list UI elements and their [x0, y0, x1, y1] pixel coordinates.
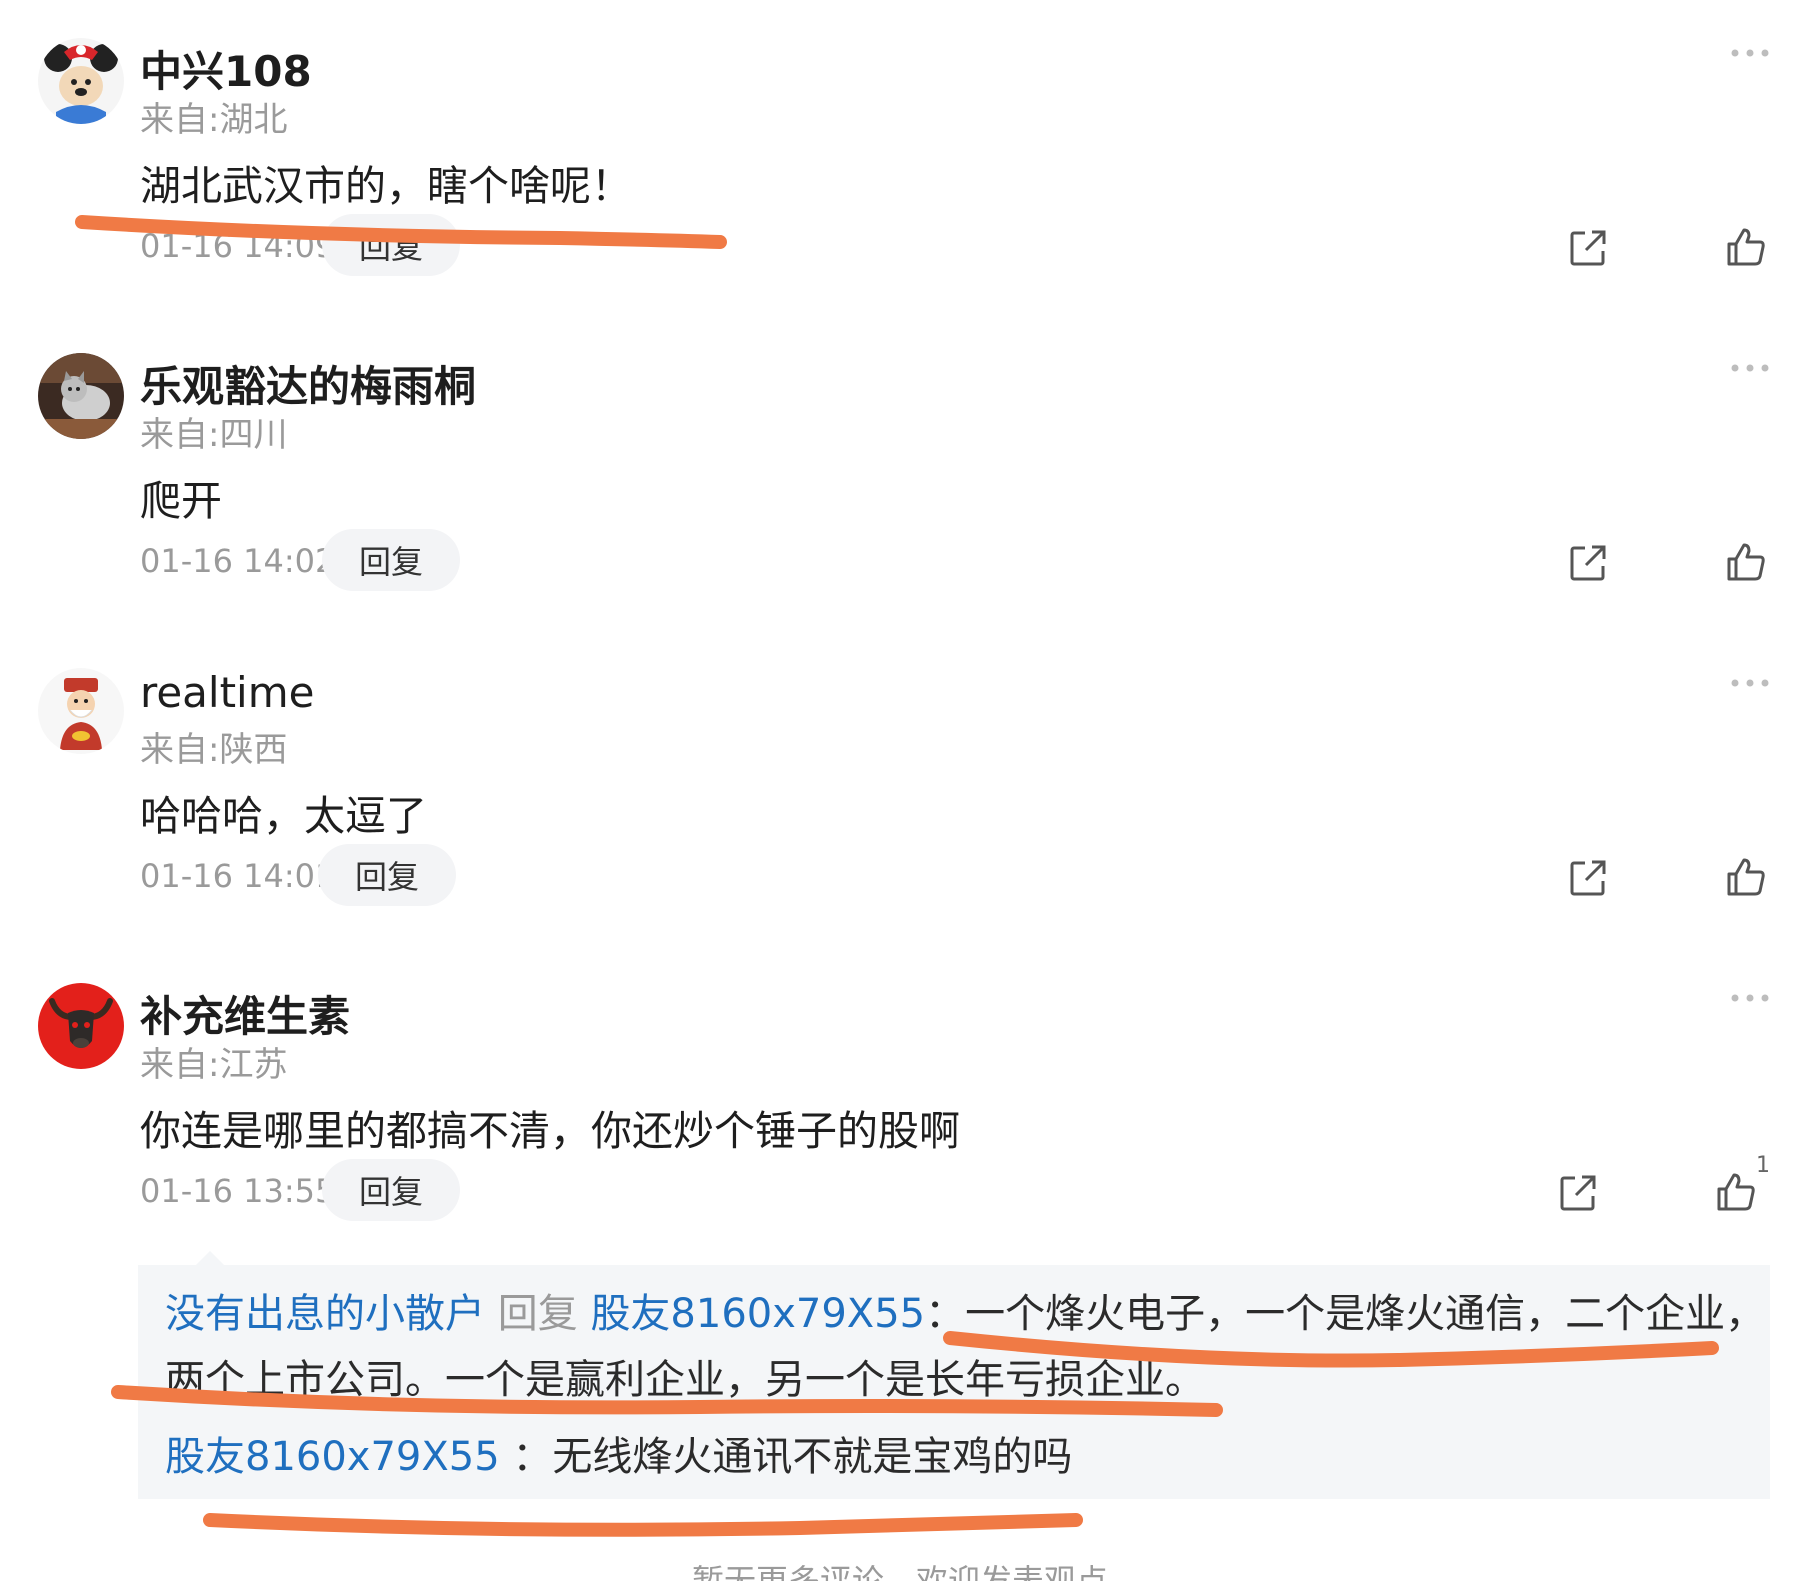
share-icon[interactable]	[1568, 858, 1608, 898]
reply-button[interactable]: 回复	[322, 529, 460, 591]
avatar[interactable]	[38, 668, 124, 754]
location-label: 来自:湖北	[140, 100, 288, 140]
username[interactable]: 补充维生素	[140, 983, 350, 1044]
thumbs-up-icon[interactable]	[1725, 226, 1767, 268]
avatar[interactable]	[38, 983, 124, 1069]
location-label: 来自:江苏	[140, 1045, 288, 1085]
comment-timestamp: 01-16 13:55	[140, 1172, 336, 1210]
sub-reply: 股友8160x79X55 ：无线烽火通讯不就是宝鸡的吗	[165, 1437, 1072, 1477]
reply-box-caret	[196, 1251, 224, 1265]
sub-reply-text: 一个烽火电子，一个是烽火通信，二个企业，	[965, 1291, 1766, 1337]
no-more-comments-hint: 暂无更多评论，欢迎发表观点	[691, 1562, 1108, 1581]
sub-reply-separator: ：	[925, 1291, 966, 1337]
sub-reply-text: 无线烽火通讯不就是宝鸡的吗	[552, 1434, 1073, 1480]
more-dots-icon[interactable]	[1728, 361, 1772, 375]
share-icon[interactable]	[1558, 1173, 1598, 1213]
avatar[interactable]	[38, 353, 124, 439]
reply-button[interactable]: 回复	[322, 214, 460, 276]
sub-reply-author[interactable]: 股友8160x79X55	[165, 1434, 500, 1480]
sub-reply-target[interactable]: 股友8160x79X55	[590, 1291, 925, 1337]
sub-reply-continued: 两个上市公司。一个是赢利企业，另一个是长年亏损企业。	[165, 1360, 1205, 1400]
location-label: 来自:陕西	[140, 730, 288, 770]
username[interactable]: 乐观豁达的梅雨桐	[140, 353, 476, 414]
comment-timestamp: 01-16 14:09	[140, 227, 336, 265]
reply-button[interactable]: 回复	[322, 1159, 460, 1221]
username[interactable]: 中兴108	[140, 38, 312, 99]
comment-timestamp: 01-16 14:02	[140, 542, 336, 580]
avatar-minnie-icon	[38, 38, 124, 124]
avatar-fortune-god-icon	[38, 668, 124, 754]
comment-text: 湖北武汉市的，瞎个啥呢！	[140, 162, 632, 210]
avatar-cat-icon	[38, 353, 124, 439]
like-count: 1	[1756, 1153, 1770, 1178]
more-dots-icon[interactable]	[1728, 46, 1772, 60]
comment-text: 你连是哪里的都搞不清，你还炒个锤子的股啊	[140, 1107, 960, 1155]
avatar-bull-icon	[38, 983, 124, 1069]
thumbs-up-icon[interactable]	[1725, 541, 1767, 583]
comments-page: 中兴108 来自:湖北 湖北武汉市的，瞎个啥呢！ 01-16 14:09 回复	[0, 0, 1800, 1581]
sub-reply-separator: ：	[499, 1434, 553, 1480]
thumbs-up-icon[interactable]	[1715, 1171, 1757, 1213]
sub-reply-author[interactable]: 没有出息的小散户	[165, 1291, 485, 1337]
more-dots-icon[interactable]	[1728, 991, 1772, 1005]
annotation-underline	[203, 1513, 1083, 1537]
share-icon[interactable]	[1568, 228, 1608, 268]
sub-reply-word: 回复	[497, 1291, 578, 1337]
thumbs-up-icon[interactable]	[1725, 856, 1767, 898]
more-dots-icon[interactable]	[1728, 676, 1772, 690]
sub-reply-text: 两个上市公司。一个是赢利企业，另一个是长年亏损企业。	[165, 1357, 1205, 1403]
sub-reply: 没有出息的小散户 回复 股友8160x79X55：一个烽火电子，一个是烽火通信，…	[165, 1294, 1765, 1334]
comment-text: 爬开	[140, 477, 222, 525]
location-label: 来自:四川	[140, 415, 288, 455]
avatar[interactable]	[38, 38, 124, 124]
share-icon[interactable]	[1568, 543, 1608, 583]
comment-timestamp: 01-16 14:01	[140, 857, 336, 895]
comment-text: 哈哈哈，太逗了	[140, 792, 427, 840]
username[interactable]: realtime	[140, 668, 314, 717]
reply-button[interactable]: 回复	[318, 844, 456, 906]
